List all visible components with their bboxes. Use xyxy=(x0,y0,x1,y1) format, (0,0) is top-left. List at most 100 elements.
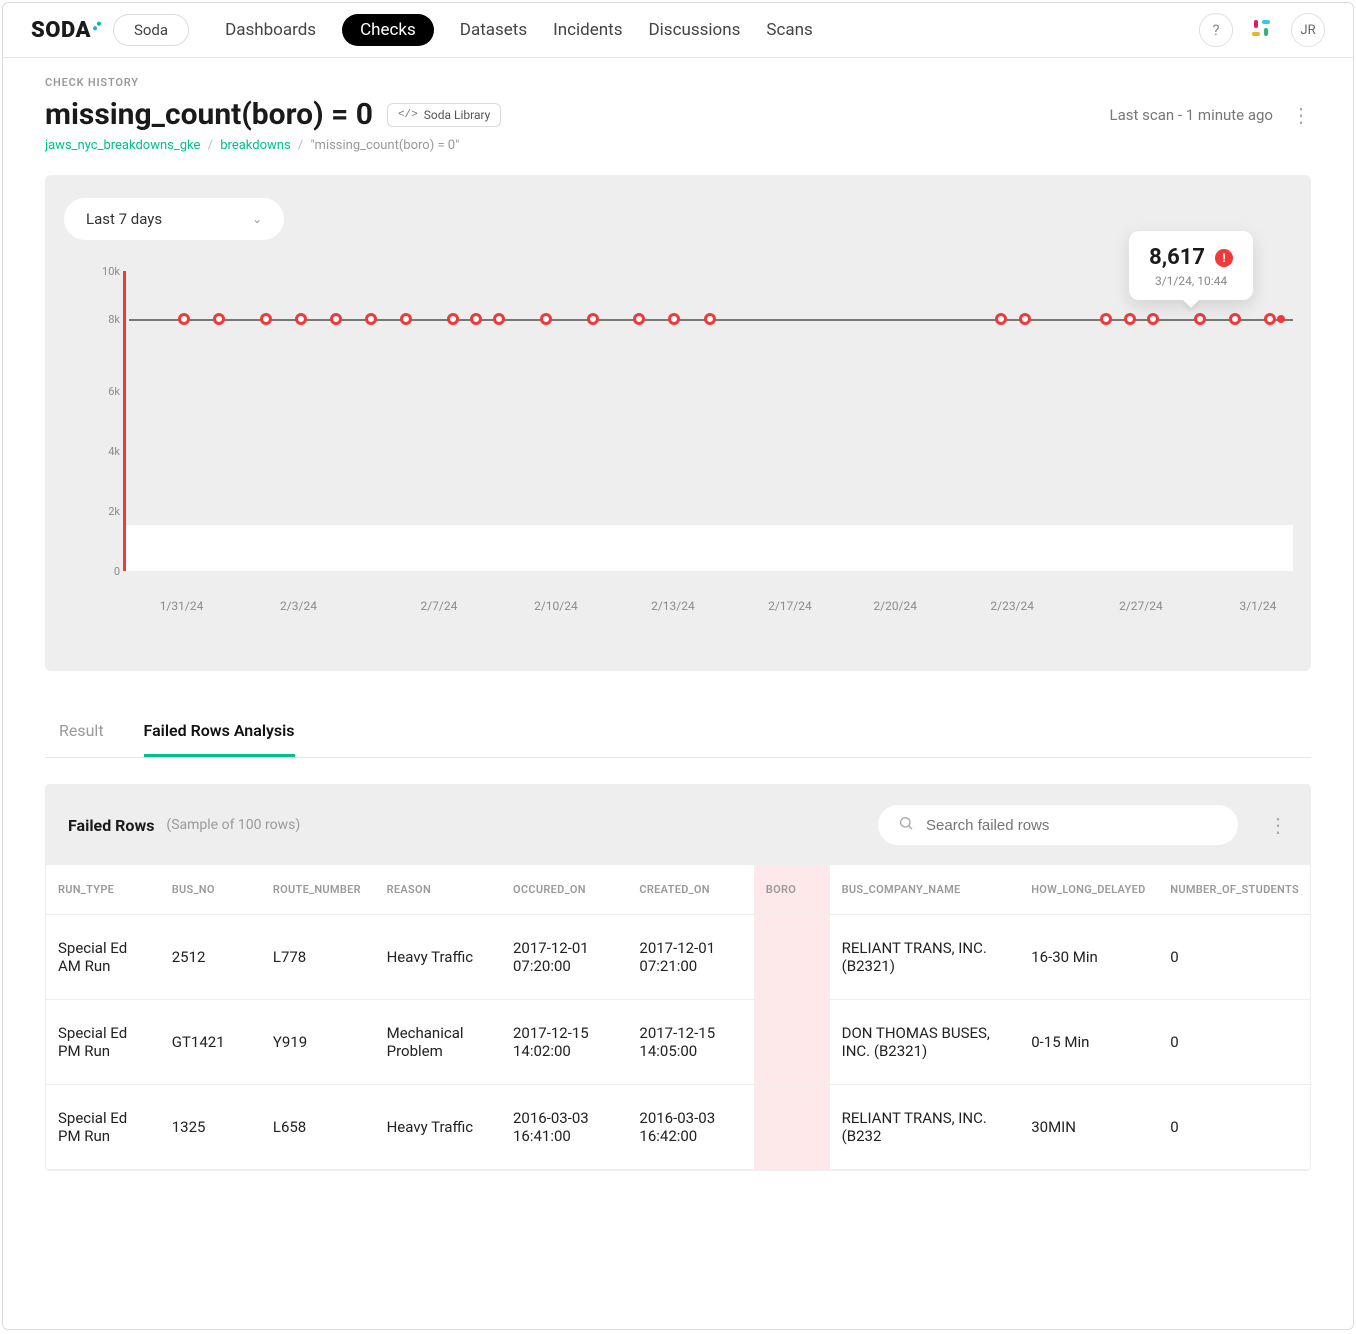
search-input[interactable] xyxy=(926,817,1218,834)
cell-bus_company_name: RELIANT TRANS, INC. (B2321) xyxy=(830,915,1020,1000)
tab-result[interactable]: Result xyxy=(59,707,104,757)
x-tick: 2/10/24 xyxy=(534,599,578,613)
x-tick: 2/20/24 xyxy=(873,599,917,613)
chart-point[interactable] xyxy=(365,313,377,325)
logo-dots-icon xyxy=(92,21,101,31)
y-tick: 10k xyxy=(76,265,120,278)
cell-how_long_delayed: 30MIN xyxy=(1019,1085,1158,1170)
nav-incidents[interactable]: Incidents xyxy=(553,20,622,40)
col-created-on[interactable]: CREATED_ON xyxy=(627,865,753,915)
library-badge[interactable]: </> Soda Library xyxy=(387,103,501,127)
col-number-of-students[interactable]: NUMBER_OF_STUDENTS xyxy=(1158,865,1310,915)
chart-point[interactable] xyxy=(1194,313,1206,325)
chart-point[interactable] xyxy=(493,313,505,325)
breadcrumb-datasource[interactable]: jaws_nyc_breakdowns_gke xyxy=(45,138,200,153)
cell-bus_no: 1325 xyxy=(160,1085,261,1170)
chart-point[interactable] xyxy=(260,313,272,325)
col-reason[interactable]: REASON xyxy=(375,865,501,915)
cell-how_long_delayed: 16-30 Min xyxy=(1019,915,1158,1000)
chart-point[interactable] xyxy=(447,313,459,325)
main-nav: Dashboards Checks Datasets Incidents Dis… xyxy=(225,14,813,46)
chart-point[interactable] xyxy=(1264,313,1276,325)
cell-bus_no: 2512 xyxy=(160,915,261,1000)
cell-route_number: Y919 xyxy=(261,1000,375,1085)
cell-boro xyxy=(754,1085,830,1170)
y-tick: 4k xyxy=(76,445,120,458)
chart-plot[interactable]: 10k 8k 6k 4k 2k 0 8,617 ! xyxy=(123,271,1293,571)
chart-point[interactable] xyxy=(587,313,599,325)
x-tick: 2/13/24 xyxy=(651,599,695,613)
chart-point[interactable] xyxy=(178,313,190,325)
search-failed-rows[interactable] xyxy=(878,805,1238,845)
cell-route_number: L658 xyxy=(261,1085,375,1170)
x-tick: 3/1/24 xyxy=(1239,599,1276,613)
chart-point[interactable] xyxy=(1229,313,1241,325)
chart-point[interactable] xyxy=(633,313,645,325)
chart-point[interactable] xyxy=(213,313,225,325)
cell-run_type: Special Ed PM Run xyxy=(46,1085,160,1170)
slack-icon[interactable] xyxy=(1247,15,1277,45)
tab-failed-rows-analysis[interactable]: Failed Rows Analysis xyxy=(144,707,295,757)
nav-dashboards[interactable]: Dashboards xyxy=(225,20,316,40)
table-row[interactable]: Special Ed AM Run2512L778Heavy Traffic20… xyxy=(46,915,1310,1000)
chart-point[interactable] xyxy=(295,313,307,325)
cell-number_of_students: 0 xyxy=(1158,915,1310,1000)
table-header-row: RUN_TYPE BUS_NO ROUTE_NUMBER REASON OCCU… xyxy=(46,865,1310,915)
tooltip-timestamp: 3/1/24, 10:44 xyxy=(1149,274,1233,288)
cell-occured_on: 2016-03-03 16:41:00 xyxy=(501,1085,627,1170)
breadcrumb-dataset[interactable]: breakdowns xyxy=(220,138,290,153)
page-title: missing_count(boro) = 0 xyxy=(45,97,373,132)
chart-point[interactable] xyxy=(1100,313,1112,325)
chart-point[interactable] xyxy=(668,313,680,325)
avatar[interactable]: JR xyxy=(1291,13,1325,47)
col-route-number[interactable]: ROUTE_NUMBER xyxy=(261,865,375,915)
detail-tabs: Result Failed Rows Analysis xyxy=(45,707,1311,758)
cell-reason: Heavy Traffic xyxy=(375,1085,501,1170)
table-row[interactable]: Special Ed PM RunGT1421Y919Mechanical Pr… xyxy=(46,1000,1310,1085)
chevron-down-icon: ⌄ xyxy=(252,212,262,226)
topbar: SODA Soda Dashboards Checks Datasets Inc… xyxy=(3,3,1353,58)
chart-point[interactable] xyxy=(1124,313,1136,325)
nav-checks[interactable]: Checks xyxy=(342,14,434,46)
cell-reason: Mechanical Problem xyxy=(375,1000,501,1085)
cell-number_of_students: 0 xyxy=(1158,1000,1310,1085)
nav-scans[interactable]: Scans xyxy=(766,20,812,40)
logo-text: SODA xyxy=(31,18,91,43)
selected-point[interactable] xyxy=(1277,315,1285,323)
col-bus-company-name[interactable]: BUS_COMPANY_NAME xyxy=(830,865,1020,915)
eyebrow: CHECK HISTORY xyxy=(45,76,1311,89)
col-occured-on[interactable]: OCCURED_ON xyxy=(501,865,627,915)
nav-datasets[interactable]: Datasets xyxy=(460,20,527,40)
x-tick: 2/23/24 xyxy=(990,599,1034,613)
chart-point[interactable] xyxy=(1147,313,1159,325)
topbar-right: ? JR xyxy=(1199,13,1325,47)
help-icon[interactable]: ? xyxy=(1199,13,1233,47)
chart-point[interactable] xyxy=(470,313,482,325)
col-bus-no[interactable]: BUS_NO xyxy=(160,865,261,915)
cell-occured_on: 2017-12-15 14:02:00 xyxy=(501,1000,627,1085)
chart-point[interactable] xyxy=(400,313,412,325)
cell-bus_company_name: DON THOMAS BUSES, INC. (B2321) xyxy=(830,1000,1020,1085)
chart-point[interactable] xyxy=(540,313,552,325)
table-row[interactable]: Special Ed PM Run1325L658Heavy Traffic20… xyxy=(46,1085,1310,1170)
cell-how_long_delayed: 0-15 Min xyxy=(1019,1000,1158,1085)
cell-boro xyxy=(754,915,830,1000)
col-run-type[interactable]: RUN_TYPE xyxy=(46,865,160,915)
x-tick: 1/31/24 xyxy=(160,599,204,613)
col-boro[interactable]: BORO xyxy=(754,865,830,915)
alert-icon: ! xyxy=(1215,249,1233,267)
environment-pill[interactable]: Soda xyxy=(113,14,189,46)
cell-run_type: Special Ed PM Run xyxy=(46,1000,160,1085)
time-range-select[interactable]: Last 7 days ⌄ xyxy=(63,197,285,241)
col-how-long-delayed[interactable]: HOW_LONG_DELAYED xyxy=(1019,865,1158,915)
last-scan-text: Last scan - 1 minute ago xyxy=(1110,106,1273,124)
cell-bus_company_name: RELIANT TRANS, INC. (B232 xyxy=(830,1085,1020,1170)
chart-point[interactable] xyxy=(995,313,1007,325)
failed-rows-table: RUN_TYPE BUS_NO ROUTE_NUMBER REASON OCCU… xyxy=(46,865,1310,1170)
chart-point[interactable] xyxy=(330,313,342,325)
chart-point[interactable] xyxy=(1019,313,1031,325)
logo[interactable]: SODA xyxy=(31,18,99,43)
failed-rows-heading: Failed Rows xyxy=(68,816,154,835)
nav-discussions[interactable]: Discussions xyxy=(649,20,741,40)
chart-point[interactable] xyxy=(704,313,716,325)
